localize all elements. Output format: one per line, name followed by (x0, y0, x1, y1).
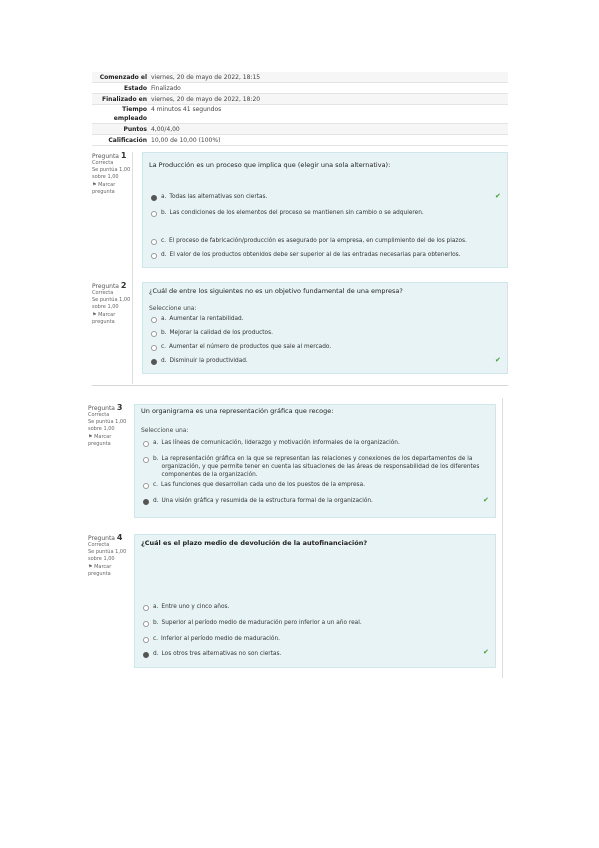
answer-option[interactable]: d. Una visión gráfica y resumida de la es… (143, 497, 473, 505)
question-score: Se puntúa 1,00 sobre 1,00 (92, 297, 131, 310)
checkmark-icon: ✔ (495, 192, 501, 200)
question-score: Se puntúa 1,00 sobre 1,00 (88, 419, 127, 432)
summary-value: 4 minutos 41 segundos (151, 106, 222, 113)
summary-row: Finalizado en viernes, 20 de mayo de 2022… (92, 94, 508, 105)
answer-option[interactable]: b. Las condiciones de los elementos del p… (151, 209, 491, 217)
question-text: La Producción es un proceso que implica … (149, 161, 391, 169)
flag-icon: ⚑ (92, 312, 97, 318)
radio-button[interactable] (151, 358, 157, 365)
flag-question-link[interactable]: ⚑ Marcar pregunta (88, 434, 132, 448)
radio-button[interactable] (143, 636, 149, 643)
answer-option[interactable]: a. Todas las alternativas son ciertas. (151, 193, 267, 201)
question-body: Un organigrama es una representación grá… (134, 404, 496, 518)
summary-value: viernes, 20 de mayo de 2022, 18:15 (151, 73, 261, 81)
answer-option[interactable]: c. El proceso de fabricación/producción e… (151, 237, 501, 245)
answer-option[interactable]: c. Las funciones que desarrollan cada uno… (143, 481, 483, 489)
question-status: Correcta (92, 160, 114, 166)
answer-prompt: Seleccione una: (149, 305, 197, 312)
summary-value: Finalizado (151, 84, 181, 92)
checkmark-icon: ✔ (483, 648, 489, 656)
summary-label: Calificación (108, 136, 147, 144)
answer-prompt: Seleccione una: (141, 427, 189, 434)
summary-row: Puntos 4,00/4,00 (92, 124, 508, 135)
radio-button[interactable] (151, 316, 157, 323)
question-number: Pregunta 4 (88, 533, 123, 543)
question-status: Correcta (88, 412, 110, 418)
radio-button[interactable] (151, 238, 157, 245)
summary-row: Calificación 10,00 de 10,00 (100%) (92, 135, 508, 146)
divider (132, 152, 133, 384)
summary-row: Estado Finalizado (92, 83, 508, 94)
flag-question-link[interactable]: ⚑ Marcar pregunta (92, 182, 136, 196)
summary-value: viernes, 20 de mayo de 2022, 18:20 (151, 95, 261, 103)
attempt-summary: Comenzado el viernes, 20 de mayo de 2022,… (92, 72, 508, 146)
checkmark-icon: ✔ (483, 496, 489, 504)
question-number: Pregunta 1 (92, 151, 127, 161)
answer-option[interactable]: a. Aumentar la rentabilidad. (151, 315, 244, 323)
summary-label: Estado (123, 84, 147, 92)
flag-question-link[interactable]: ⚑ Marcar pregunta (88, 564, 132, 578)
radio-button[interactable] (143, 498, 149, 505)
summary-value: 10,00 de 10,00 (100%) (151, 136, 221, 144)
summary-label: Finalizado en (102, 95, 147, 103)
question-status: Correcta (92, 290, 114, 296)
question-text: Un organigrama es una representación grá… (141, 407, 334, 415)
summary-label: Comenzado el (99, 73, 147, 81)
answer-option[interactable]: b. Mejorar la calidad de los productos. (151, 329, 273, 337)
question-info: Pregunta 3 Correcta Se puntúa 1,00 sobre… (88, 404, 132, 448)
radio-button[interactable] (143, 604, 149, 611)
flag-icon: ⚑ (88, 434, 93, 440)
radio-button[interactable] (143, 456, 149, 463)
radio-button[interactable] (143, 620, 149, 627)
answer-option[interactable]: d. Disminuir la productividad. (151, 357, 248, 365)
answer-option[interactable]: b. Superior al período medio de maduració… (143, 619, 362, 627)
question-score: Se puntúa 1,00 sobre 1,00 (88, 549, 127, 562)
question-score: Se puntúa 1,00 sobre 1,00 (92, 167, 131, 180)
summary-label: Tiempo empleado (113, 106, 147, 122)
question-info: Pregunta 1 Correcta Se puntúa 1,00 sobre… (92, 152, 136, 196)
radio-button[interactable] (143, 440, 149, 447)
question-info: Pregunta 4 Correcta Se puntúa 1,00 sobre… (88, 534, 132, 578)
radio-button[interactable] (143, 651, 149, 658)
answer-option[interactable]: d. El valor de los productos obtenidos de… (151, 251, 501, 259)
question-body: ¿Cuál de entre los siguientes no es un o… (142, 282, 508, 374)
answer-option[interactable]: c. Aumentar el número de productos que sa… (151, 343, 331, 351)
answer-option[interactable]: c. Inferior al período medio de maduració… (143, 635, 280, 643)
question-text: ¿Cuál de entre los siguientes no es un o… (149, 287, 403, 295)
radio-button[interactable] (151, 194, 157, 201)
flag-question-link[interactable]: ⚑ Marcar pregunta (92, 312, 136, 326)
answer-option[interactable]: b. La representación gráfica en la que se… (143, 455, 489, 479)
question-status: Correcta (88, 542, 110, 548)
radio-button[interactable] (151, 330, 157, 337)
summary-label: Puntos (123, 125, 147, 133)
answer-option[interactable]: a. Entre uno y cinco años. (143, 603, 229, 611)
question-body: ¿Cuál es el plazo medio de devolución de… (134, 534, 496, 668)
question-number: Pregunta 2 (92, 281, 127, 291)
answer-option[interactable]: a. Las líneas de comunicación, liderazgo … (143, 439, 483, 447)
summary-value: 4,00/4,00 (151, 125, 180, 133)
flag-icon: ⚑ (88, 564, 93, 570)
summary-row: Tiempo empleado 4 minutos 41 segundos (92, 105, 508, 124)
radio-button[interactable] (151, 344, 157, 351)
answer-option[interactable]: d. Los otros tres alternativas no son cie… (143, 650, 281, 658)
question-body: La Producción es un proceso que implica … (142, 152, 508, 268)
divider (502, 398, 503, 678)
question-number: Pregunta 3 (88, 403, 123, 413)
radio-button[interactable] (151, 210, 157, 217)
summary-row: Comenzado el viernes, 20 de mayo de 2022,… (92, 72, 508, 83)
radio-button[interactable] (151, 252, 157, 259)
radio-button[interactable] (143, 482, 149, 489)
question-text: ¿Cuál es el plazo medio de devolución de… (141, 539, 368, 547)
question-info: Pregunta 2 Correcta Se puntúa 1,00 sobre… (92, 282, 136, 326)
checkmark-icon: ✔ (495, 356, 501, 364)
flag-icon: ⚑ (92, 182, 97, 188)
divider (92, 385, 508, 386)
